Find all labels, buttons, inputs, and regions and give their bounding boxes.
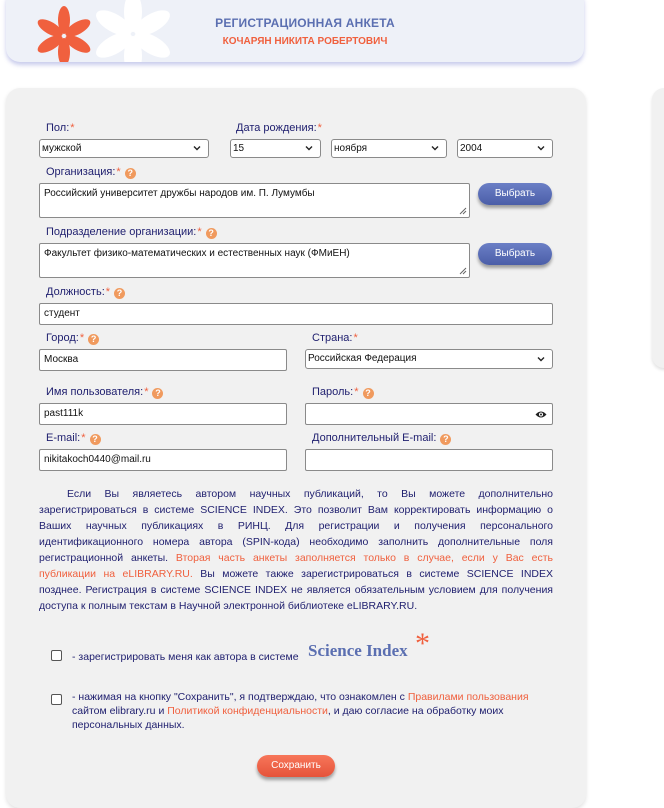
header-panel: РЕГИСТРАЦИОННАЯ АНКЕТА КОЧАРЯН НИКИТА РО…: [6, 0, 584, 62]
birth-day-select[interactable]: 15: [230, 139, 321, 158]
help-icon[interactable]: ?: [440, 434, 452, 445]
required-mark: *: [105, 286, 111, 298]
resize-grip-icon[interactable]: [458, 266, 467, 275]
help-icon[interactable]: ?: [114, 288, 126, 299]
username-label: Имя пользователя:*?: [46, 386, 164, 399]
resize-grip-icon[interactable]: [458, 206, 467, 215]
help-icon[interactable]: ?: [124, 168, 136, 179]
help-icon[interactable]: ?: [89, 434, 101, 445]
username-input[interactable]: past111k: [39, 403, 287, 425]
birthdate-label: Дата рождения:*: [236, 122, 322, 134]
page-title: РЕГИСТРАЦИОННАЯ АНКЕТА: [215, 16, 395, 30]
birth-month-select[interactable]: ноября: [331, 139, 447, 158]
city-input[interactable]: Москва: [39, 349, 287, 371]
required-mark: *: [353, 332, 358, 344]
save-button[interactable]: Сохранить: [257, 755, 335, 777]
register-author-label: - зарегистрировать меня как автора в сис…: [72, 651, 299, 663]
side-panel: [652, 88, 664, 368]
birth-year-value: 2004: [460, 143, 483, 154]
department-field[interactable]: Факультет физико-математических и естест…: [39, 243, 470, 278]
birth-year-select[interactable]: 2004: [457, 139, 553, 158]
chevron-down-icon: [537, 357, 545, 362]
additional-email-input[interactable]: [305, 449, 553, 471]
required-mark: *: [81, 432, 86, 444]
gender-label: Пол:*: [46, 122, 75, 134]
science-index-star-icon: *: [415, 627, 430, 660]
required-mark: *: [197, 226, 202, 238]
organization-field[interactable]: Российский университет дружбы народов им…: [39, 183, 470, 218]
help-icon[interactable]: ?: [152, 388, 164, 399]
chevron-down-icon: [537, 146, 545, 151]
country-select[interactable]: Российская Федерация: [305, 349, 553, 369]
chevron-down-icon: [193, 146, 201, 151]
country-value: Российская Федерация: [308, 353, 417, 364]
gender-value: мужской: [42, 143, 82, 154]
register-author-checkbox[interactable]: [51, 650, 62, 661]
eye-icon[interactable]: [535, 410, 547, 419]
consent-text-1: - нажимая на кнопку "Сохранить", я подтв…: [72, 691, 408, 703]
science-index-logo: Science Index: [308, 641, 408, 660]
birth-day-value: 15: [233, 143, 245, 154]
position-input[interactable]: студент: [39, 303, 553, 325]
password-input[interactable]: [305, 403, 553, 425]
help-icon[interactable]: ?: [362, 388, 374, 399]
department-label: Подразделение организации:*?: [46, 226, 217, 239]
department-value: Факультет физико-математических и естест…: [44, 248, 350, 259]
required-mark: *: [354, 386, 359, 398]
consent-text-2: сайтом elibrary.ru и: [72, 705, 168, 717]
email-input[interactable]: nikitakoch0440@mail.ru: [39, 449, 287, 471]
consent-checkbox[interactable]: [51, 694, 62, 705]
flower-logo-icon: [37, 0, 170, 62]
required-mark: *: [116, 166, 121, 178]
help-icon[interactable]: ?: [88, 334, 100, 345]
chevron-down-icon: [305, 146, 313, 151]
chevron-down-icon: [431, 146, 439, 151]
position-label: Должность:*?: [46, 286, 126, 299]
required-mark: *: [144, 386, 149, 398]
city-label: Город:*?: [46, 332, 100, 345]
consent-label: - нажимая на кнопку "Сохранить", я подтв…: [72, 690, 548, 732]
birth-month-value: ноября: [334, 143, 368, 154]
additional-email-label: Дополнительный E-mail:?: [312, 432, 452, 445]
registration-form: Пол:* мужской Дата рождения:* 15 ноября …: [6, 88, 586, 808]
gender-select[interactable]: мужской: [39, 139, 209, 158]
privacy-policy-link[interactable]: Политикой конфиденциальности: [167, 705, 328, 717]
country-label: Страна:*: [312, 332, 358, 344]
terms-of-use-link[interactable]: Правилами пользования: [408, 691, 529, 703]
science-index-info: Если Вы являетесь автором научных публик…: [39, 486, 553, 614]
select-organization-button[interactable]: Выбрать: [478, 183, 552, 205]
select-department-button[interactable]: Выбрать: [478, 243, 552, 265]
help-icon[interactable]: ?: [205, 228, 217, 239]
required-mark: *: [70, 122, 75, 134]
required-mark: *: [79, 332, 85, 344]
organization-label: Организация:*?: [46, 166, 136, 179]
user-full-name: КОЧАРЯН НИКИТА РОБЕРТОВИЧ: [222, 36, 388, 47]
organization-value: Российский университет дружбы народов им…: [44, 188, 315, 199]
required-mark: *: [317, 122, 322, 134]
password-label: Пароль:*?: [312, 386, 374, 399]
email-label: E-mail:*?: [46, 432, 101, 445]
